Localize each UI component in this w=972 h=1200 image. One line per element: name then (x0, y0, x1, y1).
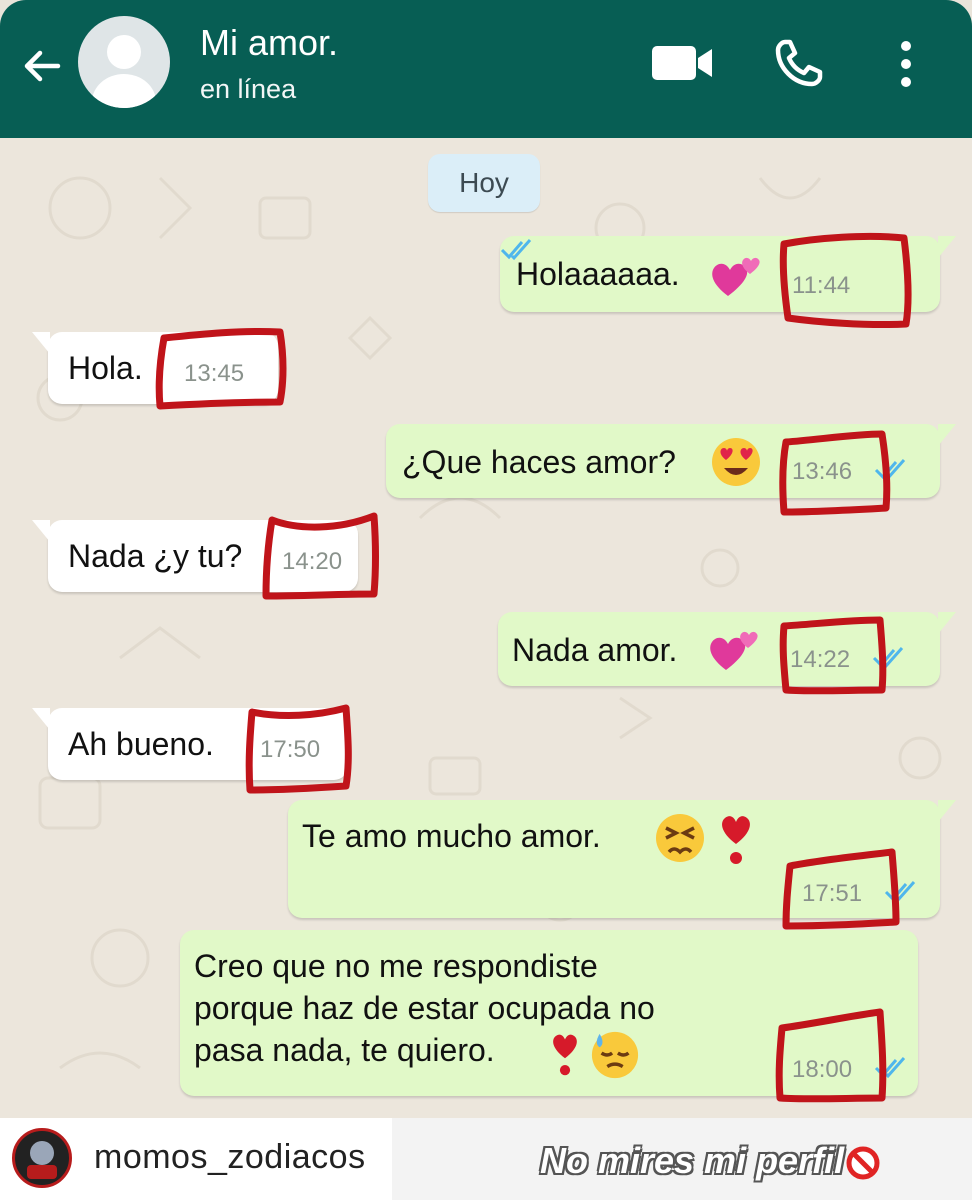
more-options-icon[interactable] (892, 36, 920, 92)
bubble-tail (938, 236, 956, 258)
bubble-tail (32, 520, 50, 542)
highlight-box (779, 616, 887, 695)
highlight-box (775, 1008, 887, 1103)
highlight-box (245, 704, 352, 794)
back-arrow-icon[interactable] (18, 42, 66, 90)
video-call-icon[interactable] (650, 42, 716, 84)
message-text: Nada ¿y tu? (68, 538, 243, 574)
downcast-sweat-emoji-icon (591, 1031, 639, 1079)
chat-area[interactable]: Hoy Holaaaaaa. 11:44 Hola. 13:45 ¿Que ha… (0, 138, 972, 1118)
bubble-tail (32, 332, 50, 354)
highlight-box (779, 232, 912, 329)
default-avatar-icon (92, 35, 156, 108)
profile-logo-icon (27, 1141, 57, 1179)
bubble-tail (938, 612, 956, 634)
heart-exclamation-emoji-icon (722, 816, 750, 864)
message-text: Nada amor. (512, 632, 678, 668)
message-text: Hola. (68, 350, 143, 386)
tagline-area: No mires mi perfil (392, 1118, 972, 1200)
profile-avatar[interactable] (12, 1128, 72, 1188)
message-text: Holaaaaaa. (516, 256, 680, 292)
bubble-tail (938, 424, 956, 446)
message-text: Te amo mucho amor. (302, 818, 601, 854)
date-chip: Hoy (428, 154, 540, 212)
heart-exclamation-emoji-icon (553, 1034, 577, 1076)
highlight-box (262, 512, 379, 600)
bubble-tail (32, 708, 50, 730)
two-hearts-emoji-icon (710, 631, 758, 670)
tagline: No mires mi perfil (540, 1140, 880, 1182)
chat-header: Mi amor. en línea (0, 0, 972, 138)
highlight-box (779, 430, 891, 516)
two-hearts-emoji-icon (712, 257, 760, 296)
tagline-text: No mires mi perfil (540, 1140, 845, 1181)
highlight-box (782, 848, 900, 930)
profile-username[interactable]: momos_zodiacos (94, 1138, 366, 1177)
prohibited-icon (846, 1146, 880, 1180)
contact-status: en línea (200, 74, 297, 104)
contact-avatar[interactable] (78, 16, 170, 108)
phone-call-icon[interactable] (770, 36, 826, 92)
contact-name[interactable]: Mi amor. (200, 22, 338, 64)
highlight-box (155, 327, 287, 410)
message-text-line: Creo que no me respondiste (194, 948, 598, 984)
message-text-line: porque haz de estar ocupada no (194, 990, 655, 1026)
message-text: Ah bueno. (68, 726, 214, 762)
heart-eyes-emoji-icon (712, 438, 760, 486)
message-text-line: pasa nada, te quiero. (194, 1032, 495, 1068)
persevering-face-emoji-icon (656, 814, 704, 862)
bubble-tail (938, 800, 956, 822)
read-ticks-icon (500, 239, 532, 261)
message-text: ¿Que haces amor? (402, 444, 676, 480)
